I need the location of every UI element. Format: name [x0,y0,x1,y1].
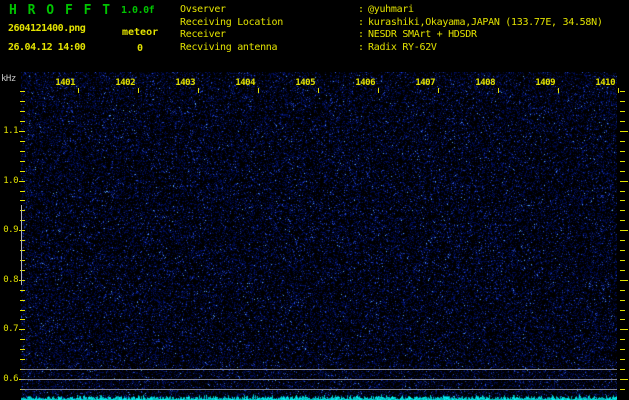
freq-marker-line [21,379,617,380]
time-tick-label: 1405 [295,78,315,88]
freq-minor-tick-right [620,210,625,211]
freq-minor-tick-left [20,91,25,92]
freq-minor-tick-right [620,300,625,301]
freq-major-tick-right [620,181,628,182]
freq-minor-tick-left [20,200,25,201]
freq-minor-tick-left [20,310,25,311]
freq-tick-label: 0.7 [3,324,18,334]
time-tick [438,88,439,93]
freq-minor-tick-right [620,319,625,320]
freq-major-tick-left [19,131,25,132]
freq-minor-tick-right [620,220,625,221]
freq-minor-tick-right [620,91,625,92]
freq-minor-tick-left [20,339,25,340]
freq-minor-tick-left [20,300,25,301]
freq-tick-label: 0.9 [3,225,18,235]
counting-band-marker [21,205,22,285]
time-tick-label: 1408 [475,78,495,88]
freq-major-tick-left [19,230,25,231]
freq-major-tick-right [620,280,628,281]
freq-minor-tick-right [620,200,625,201]
freq-minor-tick-right [620,141,625,142]
freq-minor-tick-left [20,359,25,360]
axes-overlay: 0.6 0.7 0.8 0.9 1.0 1.1 1401 1402 1403 1404 1405 14… [0,0,629,400]
time-tick [78,88,79,93]
freq-minor-tick-right [620,250,625,251]
freq-minor-tick-right [620,191,625,192]
time-tick-label: 1409 [535,78,555,88]
freq-major-tick-left [19,280,25,281]
freq-minor-tick-right [620,310,625,311]
freq-marker-line [21,389,617,390]
freq-minor-tick-left [20,141,25,142]
freq-major-tick-right [620,230,628,231]
freq-tick-label: 1.1 [3,126,18,136]
freq-minor-tick-right [620,339,625,340]
freq-minor-tick-right [620,121,625,122]
time-tick [498,88,499,93]
freq-tick-label: 0.8 [3,275,18,285]
freq-minor-tick-right [620,151,625,152]
time-tick [318,88,319,93]
freq-minor-tick-right [620,171,625,172]
freq-minor-tick-left [20,171,25,172]
time-tick-label: 1406 [355,78,375,88]
freq-axis-unit-label: kHz [1,74,16,84]
freq-marker-line [21,369,617,370]
freq-minor-tick-left [20,101,25,102]
time-tick-label: 1403 [175,78,195,88]
freq-major-tick-left [19,181,25,182]
time-tick [618,88,619,93]
freq-minor-tick-left [20,349,25,350]
freq-minor-tick-right [620,260,625,261]
freq-major-tick-right [620,131,628,132]
freq-minor-tick-right [620,369,625,370]
freq-minor-tick-right [620,270,625,271]
freq-minor-tick-right [620,240,625,241]
freq-minor-tick-right [620,101,625,102]
time-tick [378,88,379,93]
time-tick [258,88,259,93]
freq-major-tick-right [620,379,628,380]
freq-minor-tick-right [620,349,625,350]
hrofft-window: H R O F F T 1.0.0f 2604121400.png 26.04.… [0,0,629,400]
freq-minor-tick-left [20,319,25,320]
time-tick [198,88,199,93]
freq-minor-tick-right [620,389,625,390]
time-tick-label: 1402 [115,78,135,88]
freq-minor-tick-left [20,191,25,192]
freq-minor-tick-right [620,161,625,162]
freq-tick-label: 1.0 [3,176,18,186]
freq-minor-tick-left [20,121,25,122]
freq-minor-tick-left [20,161,25,162]
freq-tick-label: 0.6 [3,374,18,384]
freq-minor-tick-right [620,290,625,291]
time-tick-label: 1404 [235,78,255,88]
freq-minor-tick-right [620,359,625,360]
time-tick-label: 1407 [415,78,435,88]
time-tick-label: 1401 [55,78,75,88]
time-tick [558,88,559,93]
freq-major-tick-left [19,329,25,330]
freq-major-tick-right [620,329,628,330]
freq-minor-tick-left [20,290,25,291]
freq-minor-tick-left [20,151,25,152]
time-tick [138,88,139,93]
time-tick-label: 1410 [595,78,615,88]
freq-minor-tick-left [20,111,25,112]
freq-minor-tick-right [620,111,625,112]
